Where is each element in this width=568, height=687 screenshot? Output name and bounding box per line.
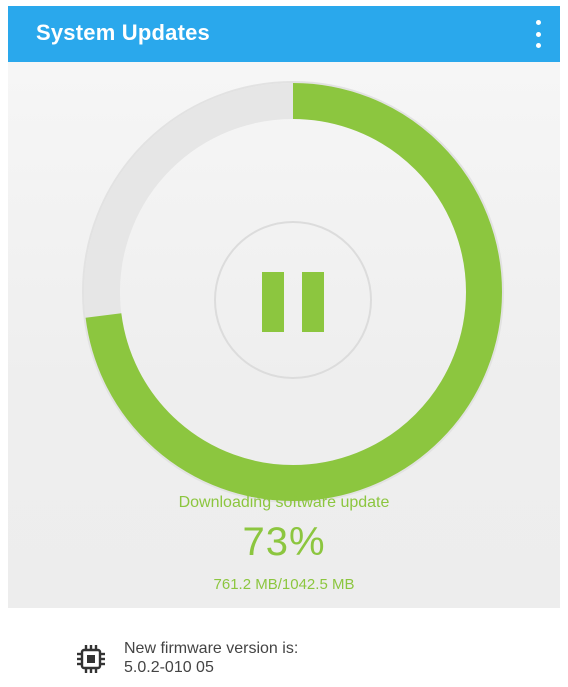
firmware-label: New firmware version is: <box>124 640 299 657</box>
download-progress-percent: 73% <box>242 520 326 564</box>
firmware-version: 5.0.2-010 05 <box>124 659 214 676</box>
app-title: System Updates <box>36 20 210 45</box>
more-vert-icon[interactable] <box>532 20 544 48</box>
pause-icon <box>262 272 324 332</box>
pause-button-outline <box>214 221 372 379</box>
system-updates-screen: System Updates Downloading software upda… <box>0 0 568 687</box>
overflow-dot <box>535 20 541 25</box>
app-bar: System Updates <box>8 6 560 62</box>
download-size: 761.2 MB/1042.5 MB <box>213 576 355 593</box>
pause-button[interactable] <box>214 221 372 379</box>
firmware-info: New firmware version is: 5.0.2-010 05 <box>8 608 560 687</box>
overflow-dot <box>535 31 541 37</box>
overflow-dot <box>535 43 541 48</box>
download-status-label: Downloading software update <box>178 494 390 511</box>
download-panel: Downloading software update 73% 761.2 MB… <box>8 62 560 608</box>
chip-icon <box>77 645 105 673</box>
